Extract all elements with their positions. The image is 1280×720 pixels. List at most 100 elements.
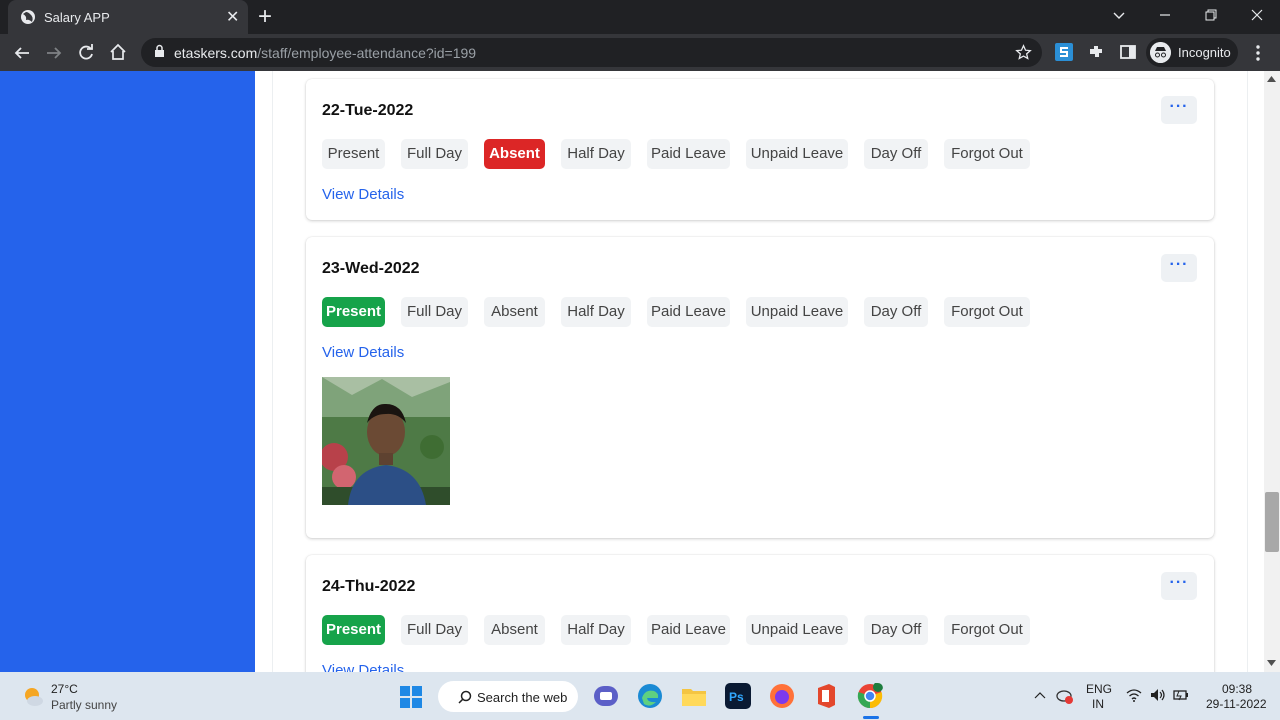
language-region[interactable]: IN <box>1092 697 1104 711</box>
scrollbar-thumb[interactable] <box>1265 492 1279 552</box>
status-chip-forgot-out[interactable]: Forgot Out <box>944 615 1030 645</box>
windows-start-icon[interactable] <box>400 686 422 708</box>
teams-chat-icon[interactable] <box>593 683 619 709</box>
extensions-puzzle-icon[interactable] <box>1087 43 1105 61</box>
tab-title: Salary APP <box>44 10 110 25</box>
status-chip-full-day[interactable]: Full Day <box>401 615 468 645</box>
firefox-icon[interactable] <box>769 683 795 709</box>
attendance-date: 23-Wed-2022 <box>322 260 420 277</box>
attendance-options: Present Full Day Absent Half Day Paid Leave U… <box>306 297 1214 327</box>
browser-menu-icon[interactable] <box>1255 44 1261 62</box>
more-options-button[interactable]: ··· <box>1161 96 1197 124</box>
status-chip-forgot-out[interactable]: Forgot Out <box>944 139 1030 169</box>
status-chip-unpaid-leave[interactable]: Unpaid Leave <box>746 297 848 327</box>
browser-tab-bar: Salary APP ✕ + <box>0 0 1280 34</box>
status-chip-day-off[interactable]: Day Off <box>864 139 928 169</box>
status-chip-absent[interactable]: Absent <box>484 139 545 169</box>
globe-icon <box>21 10 35 24</box>
close-window-icon[interactable] <box>1250 8 1264 22</box>
attendance-photo[interactable] <box>322 377 450 505</box>
status-chip-day-off[interactable]: Day Off <box>864 615 928 645</box>
side-panel-icon[interactable] <box>1119 43 1137 61</box>
new-tab-button[interactable]: + <box>258 3 272 31</box>
status-chip-absent[interactable]: Absent <box>484 297 545 327</box>
edge-browser-icon[interactable] <box>637 683 663 709</box>
url-domain: etaskers.com <box>174 45 258 61</box>
clock-time[interactable]: 09:38 <box>1222 682 1252 696</box>
url-text: etaskers.com/staff/employee-attendance?i… <box>174 45 476 61</box>
minimize-icon[interactable] <box>1158 8 1172 22</box>
scroll-up-arrow-icon[interactable] <box>1267 76 1276 82</box>
attendance-card: 24-Thu-2022 ··· Present Full Day Absent Hal… <box>306 555 1214 672</box>
attendance-date: 22-Tue-2022 <box>322 102 414 119</box>
status-chip-unpaid-leave[interactable]: Unpaid Leave <box>746 139 848 169</box>
url-path: /staff/employee-attendance?id=199 <box>257 45 477 61</box>
tab-search-chevron-icon[interactable] <box>1112 8 1126 22</box>
view-details-link[interactable]: View Details <box>322 662 404 672</box>
status-chip-absent[interactable]: Absent <box>484 615 545 645</box>
status-chip-present[interactable]: Present <box>322 139 385 169</box>
page-scrollbar[interactable] <box>1264 71 1280 672</box>
incognito-icon <box>1150 42 1171 63</box>
status-chip-present[interactable]: Present <box>322 297 385 327</box>
more-options-button[interactable]: ··· <box>1161 254 1197 282</box>
incognito-label: Incognito <box>1178 45 1231 60</box>
back-arrow-icon[interactable] <box>13 44 31 62</box>
status-chip-day-off[interactable]: Day Off <box>864 297 928 327</box>
status-chip-paid-leave[interactable]: Paid Leave <box>647 139 730 169</box>
tab-close-icon[interactable]: ✕ <box>226 7 239 27</box>
partly-sunny-icon <box>25 688 43 706</box>
view-details-link[interactable]: View Details <box>322 186 404 203</box>
status-chip-forgot-out[interactable]: Forgot Out <box>944 297 1030 327</box>
attendance-card: 23-Wed-2022 ··· Present Full Day Absent Hal… <box>306 237 1214 538</box>
clock-date[interactable]: 29-11-2022 <box>1206 697 1267 711</box>
language-code[interactable]: ENG <box>1086 682 1112 696</box>
attendance-options: Present Full Day Absent Half Day Paid Leave U… <box>306 615 1214 645</box>
photoshop-icon[interactable]: Ps <box>725 683 751 709</box>
bookmark-star-icon[interactable] <box>1015 44 1032 61</box>
wifi-icon[interactable] <box>1126 688 1142 702</box>
status-chip-paid-leave[interactable]: Paid Leave <box>647 615 730 645</box>
taskbar-search[interactable]: Search the web <box>438 681 578 712</box>
status-chip-paid-leave[interactable]: Paid Leave <box>647 297 730 327</box>
weather-temperature: 27°C <box>51 682 78 696</box>
page-viewport: 22-Tue-2022 ··· Present Full Day Absent Hal… <box>0 71 1280 672</box>
weather-widget[interactable]: 27°C Partly sunny <box>20 682 160 712</box>
search-icon <box>458 690 472 704</box>
restore-icon[interactable] <box>1204 8 1218 22</box>
reload-icon[interactable] <box>77 44 95 62</box>
search-label: Search the web <box>477 690 568 705</box>
chrome-icon[interactable] <box>857 683 883 709</box>
status-chip-half-day[interactable]: Half Day <box>561 615 631 645</box>
scroll-down-arrow-icon[interactable] <box>1267 660 1276 666</box>
incognito-indicator[interactable]: Incognito <box>1146 38 1238 67</box>
windows-taskbar: 27°C Partly sunny Search the web Ps ENG … <box>0 672 1280 720</box>
status-chip-full-day[interactable]: Full Day <box>401 139 468 169</box>
status-chip-unpaid-leave[interactable]: Unpaid Leave <box>746 615 848 645</box>
battery-icon[interactable] <box>1173 688 1189 702</box>
attendance-options: Present Full Day Absent Half Day Paid Leave U… <box>306 139 1214 169</box>
view-details-link[interactable]: View Details <box>322 344 404 361</box>
attendance-date: 24-Thu-2022 <box>322 578 416 595</box>
address-bar[interactable]: etaskers.com/staff/employee-attendance?i… <box>141 38 1042 67</box>
status-chip-half-day[interactable]: Half Day <box>561 297 631 327</box>
office-icon[interactable] <box>813 683 839 709</box>
status-chip-half-day[interactable]: Half Day <box>561 139 631 169</box>
browser-tab[interactable]: Salary APP ✕ <box>8 0 248 34</box>
show-hidden-icons-chevron-icon[interactable] <box>1034 691 1046 699</box>
active-app-indicator <box>863 716 879 719</box>
extension-s-icon[interactable] <box>1055 43 1073 61</box>
system-tray: ENG IN 09:38 29-11-2022 <box>1030 672 1280 720</box>
lock-icon <box>155 44 164 57</box>
status-chip-present[interactable]: Present <box>322 615 385 645</box>
file-explorer-icon[interactable] <box>681 683 707 709</box>
status-chip-full-day[interactable]: Full Day <box>401 297 468 327</box>
weather-description: Partly sunny <box>51 698 118 712</box>
browser-toolbar: etaskers.com/staff/employee-attendance?i… <box>0 34 1280 71</box>
forward-arrow-icon[interactable] <box>45 44 63 62</box>
more-options-button[interactable]: ··· <box>1161 572 1197 600</box>
volume-icon[interactable] <box>1150 688 1166 702</box>
onedrive-icon[interactable] <box>1056 688 1074 704</box>
home-icon[interactable] <box>109 43 127 61</box>
attendance-card: 22-Tue-2022 ··· Present Full Day Absent Hal… <box>306 79 1214 220</box>
